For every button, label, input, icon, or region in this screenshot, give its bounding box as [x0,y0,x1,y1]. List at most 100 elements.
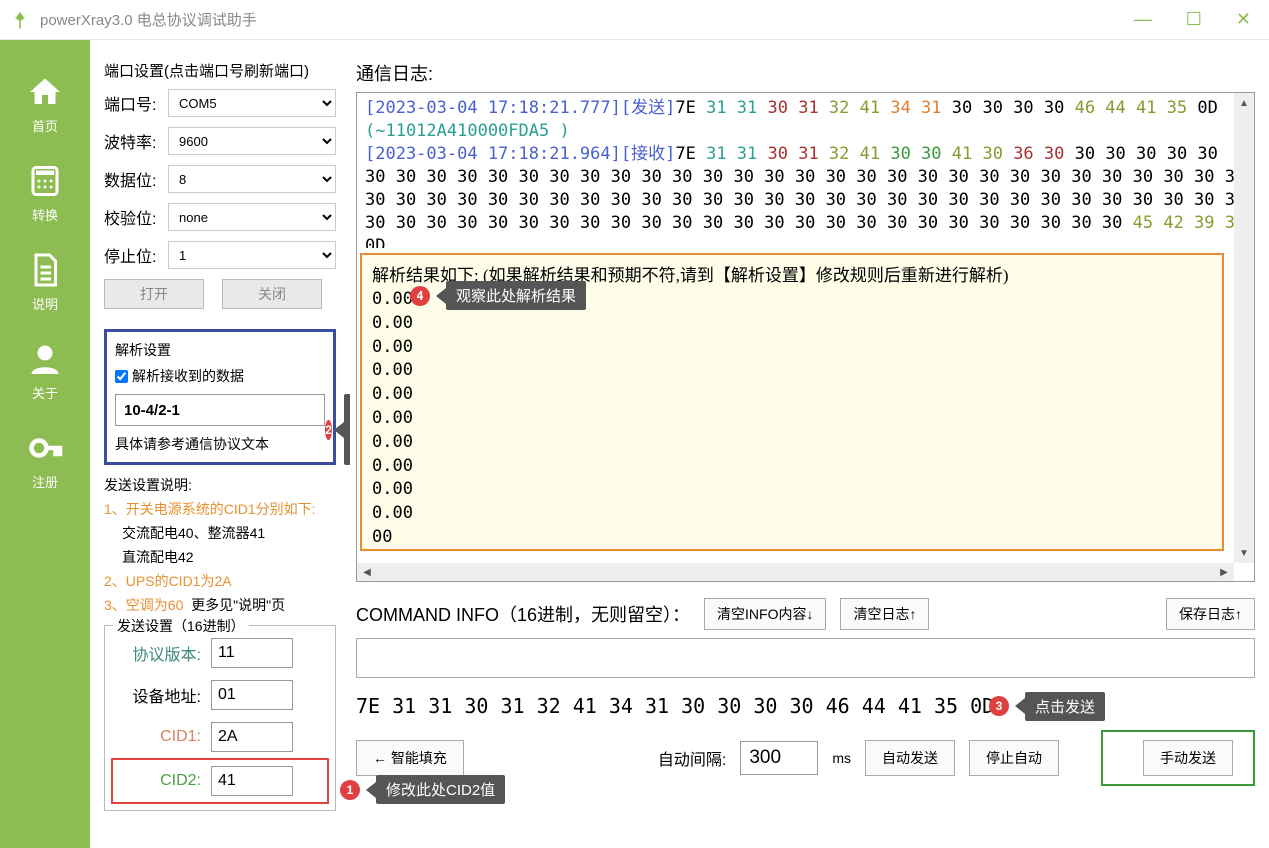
parse-value: 0.00 [372,431,1212,455]
send-help-line: 直流配电42 [104,547,336,567]
calculator-icon [27,163,63,199]
log-content: [2023-03-04 17:18:21.777][发送]7E 31 31 30… [357,93,1254,248]
stopbits-select[interactable]: 1 [168,241,336,269]
parse-value: 0.00 [372,312,1212,336]
sidebar-item-home[interactable]: 首页 [0,60,90,149]
send-help-link[interactable]: 更多见"说明"页 [191,597,285,613]
parity-label: 校验位: [104,205,168,229]
smart-fill-button[interactable]: ← 智能填充 [356,740,464,776]
scroll-down-icon[interactable]: ▼ [1234,543,1254,563]
log-encoded: (~11012A410000FDA5 ) [365,121,570,141]
horizontal-scrollbar[interactable]: ◀▶ [357,563,1234,581]
annotation-badge-1: 1 [340,780,360,800]
stop-auto-button[interactable]: 停止自动 [969,740,1059,776]
cid1-label: CID1: [113,728,201,746]
manual-send-highlight-box: 手动发送 [1101,730,1255,786]
parse-value: 0.00 [372,407,1212,431]
annotation-tip-1: 修改此处CID2值 [376,775,505,804]
stopbits-label: 停止位: [104,243,168,267]
cmd-info-input[interactable] [356,638,1255,678]
clear-info-button[interactable]: 清空INFO内容↓ [704,598,826,630]
annotation-badge-4: 4 [410,286,430,306]
parse-title: 解析设置 [115,340,325,360]
maximize-icon[interactable]: ☐ [1178,5,1210,34]
key-icon [27,430,63,466]
app-title: powerXray3.0 电总协议调试助手 [40,9,257,30]
send-help-section: 发送设置说明: 1、开关电源系统的CID1分别如下: 交流配电40、整流器41 … [104,475,336,615]
parity-select[interactable]: none [168,203,336,231]
vertical-scrollbar[interactable]: ▲▼ [1234,93,1254,563]
addr-input[interactable] [211,680,293,710]
send-settings-legend: 发送设置（16进制） [113,616,249,636]
parse-rule-input[interactable] [115,394,325,426]
user-icon [27,341,63,377]
sidebar-label: 转换 [0,205,90,224]
save-log-button[interactable]: 保存日志↑ [1166,598,1255,630]
scroll-up-icon[interactable]: ▲ [1234,93,1254,113]
parse-results-box: 解析结果如下: (如果解析结果和预期不符,请到【解析设置】修改规则后重新进行解析… [360,253,1224,551]
sidebar-item-convert[interactable]: 转换 [0,149,90,238]
sidebar-item-register[interactable]: 注册 [0,416,90,505]
document-icon [27,252,63,288]
close-icon[interactable]: ✕ [1228,5,1259,34]
clear-log-button[interactable]: 清空日志↑ [840,598,929,630]
databits-label: 数据位: [104,167,168,191]
log-area: [2023-03-04 17:18:21.777][发送]7E 31 31 30… [356,92,1255,582]
annotation-arrow-icon [1015,698,1025,714]
sidebar-label: 首页 [0,116,90,135]
log-timestamp: [2023-03-04 17:18:21.777] [365,98,621,118]
parse-value: 0.00 [372,455,1212,479]
send-settings-fieldset: 发送设置（16进制） 协议版本: 设备地址: CID1: CID2: [104,625,336,811]
databits-select[interactable]: 8 [168,165,336,193]
parse-checkbox[interactable] [115,370,128,383]
parse-hint: 具体请参考通信协议文本 [115,434,325,454]
parse-value: 0.00 [372,478,1212,502]
app-logo-icon [10,10,30,30]
parse-value: 0.00 [372,359,1212,383]
auto-send-button[interactable]: 自动发送 [865,740,955,776]
parse-value: 00 [372,526,1212,550]
protocol-input[interactable] [211,638,293,668]
annotation-arrow-icon [366,782,376,798]
left-panel: 端口设置(点击端口号刷新端口) 端口号:COM5 波特率:9600 数据位:8 … [90,40,350,848]
parse-value: 0.00 [372,336,1212,360]
parse-value: 00 [372,550,1212,551]
parse-value: 0.00 [372,502,1212,526]
log-recv-label: [接收] [621,144,675,164]
cid1-input[interactable] [211,722,293,752]
home-icon [27,74,63,110]
baud-label: 波特率: [104,129,168,153]
cid2-label: CID2: [113,772,201,790]
cid2-highlight-box: CID2: [111,758,329,804]
scroll-right-icon[interactable]: ▶ [1214,563,1234,581]
scroll-left-icon[interactable]: ◀ [357,563,377,581]
sidebar: 首页 转换 说明 关于 注册 [0,40,90,848]
open-port-button[interactable]: 打开 [104,279,204,309]
sidebar-item-about[interactable]: 关于 [0,327,90,416]
protocol-label: 协议版本: [113,641,201,665]
interval-input[interactable] [740,741,818,775]
cmd-info-label: COMMAND INFO（16进制，无则留空）： [356,601,690,627]
manual-send-button[interactable]: 手动发送 [1143,740,1233,776]
baud-select[interactable]: 9600 [168,127,336,155]
annotation-badge-3: 3 [989,696,1009,716]
send-help-line: 3、空调为60 [104,597,183,613]
port-select[interactable]: COM5 [168,89,336,117]
parse-value: 0.00 [372,383,1212,407]
parse-checkbox-label[interactable]: 解析接收到的数据 [115,366,325,386]
hex-output-display: 7E 31 31 30 31 32 41 34 31 30 30 30 30 4… [356,694,1255,718]
cid2-input[interactable] [211,766,293,796]
annotation-arrow-icon [436,288,446,304]
send-help-line: 交流配电40、整流器41 [104,523,336,543]
right-panel: 通信日志: [2023-03-04 17:18:21.777][发送]7E 31… [350,40,1269,848]
send-help-line: 1、开关电源系统的CID1分别如下: [104,499,336,519]
interval-unit: ms [832,750,851,766]
sidebar-label: 注册 [0,472,90,491]
sidebar-label: 关于 [0,383,90,402]
minimize-icon[interactable]: — [1126,5,1160,34]
sidebar-item-docs[interactable]: 说明 [0,238,90,327]
addr-label: 设备地址: [113,683,201,707]
annotation-tip-2: 修改此处规则 [344,394,350,465]
port-settings-title: 端口设置(点击端口号刷新端口) [104,60,336,81]
close-port-button[interactable]: 关闭 [222,279,322,309]
